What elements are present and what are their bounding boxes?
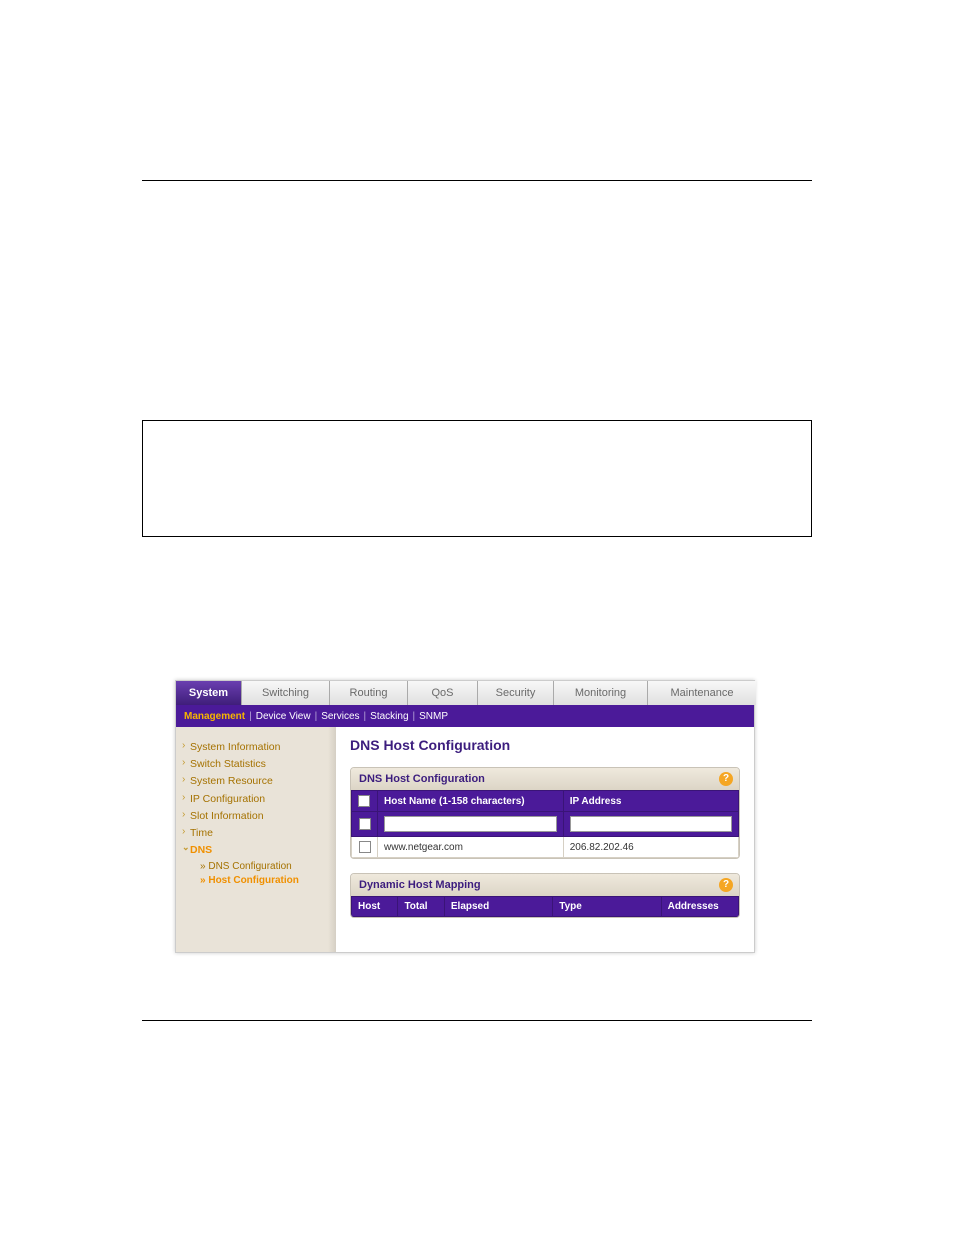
- tab-label: Maintenance: [671, 687, 734, 699]
- sidebar-item-slot-information[interactable]: Slot Information: [182, 808, 330, 825]
- col-type: Type: [553, 897, 661, 917]
- bullet-icon: »: [200, 861, 206, 872]
- col-host-name: Host Name (1-158 characters): [378, 791, 564, 812]
- sidebar-sub-dns-configuration[interactable]: » DNS Configuration: [182, 860, 330, 875]
- panel-title: DNS Host Configuration: [359, 773, 485, 785]
- host-name-cell: www.netgear.com: [378, 837, 564, 858]
- sidebar-item-time[interactable]: Time: [182, 825, 330, 842]
- tab-maintenance[interactable]: Maintenance: [648, 681, 756, 705]
- subnav-separator: |: [249, 711, 252, 722]
- subnav-separator: |: [413, 711, 416, 722]
- checkbox-icon: [359, 841, 371, 853]
- tab-label: Security: [496, 687, 536, 699]
- subnav-bar: Management | Device View | Services | St…: [176, 705, 754, 727]
- subnav-separator: |: [364, 711, 367, 722]
- subnav-device-view[interactable]: Device View: [256, 711, 311, 722]
- table-row: www.netgear.com 206.82.202.46: [352, 837, 739, 858]
- col-addresses: Addresses: [661, 897, 738, 917]
- dns-host-table: Host Name (1-158 characters) IP Address: [351, 790, 739, 858]
- ip-address-cell: 206.82.202.46: [563, 837, 738, 858]
- table-input-row: [352, 812, 739, 837]
- row-checkbox-cell[interactable]: [352, 812, 378, 837]
- ip-address-input-cell: [563, 812, 738, 837]
- sidebar-sub-host-configuration[interactable]: » Host Configuration: [182, 874, 330, 889]
- horizontal-rule-top: [142, 180, 812, 181]
- panel-header: DNS Host Configuration ?: [351, 768, 739, 790]
- screenshot-region: System Switching Routing QoS Security Mo…: [175, 680, 755, 953]
- content-box: [142, 420, 812, 537]
- table-header-row: Host Name (1-158 characters) IP Address: [352, 791, 739, 812]
- tab-label: QoS: [431, 687, 453, 699]
- tab-security[interactable]: Security: [478, 681, 554, 705]
- tab-switching[interactable]: Switching: [242, 681, 330, 705]
- col-elapsed: Elapsed: [444, 897, 552, 917]
- tab-qos[interactable]: QoS: [408, 681, 478, 705]
- ip-address-input[interactable]: [570, 816, 732, 832]
- row-checkbox-cell[interactable]: [352, 837, 378, 858]
- table-header-row: Host Total Elapsed Type Addresses: [352, 897, 739, 917]
- tab-system[interactable]: System: [176, 681, 242, 705]
- tab-routing[interactable]: Routing: [330, 681, 408, 705]
- top-tabs: System Switching Routing QoS Security Mo…: [176, 681, 754, 705]
- subnav-stacking[interactable]: Stacking: [370, 711, 408, 722]
- dynamic-host-table: Host Total Elapsed Type Addresses: [351, 896, 739, 917]
- panel-dns-host-config: DNS Host Configuration ? Host Name (1-15…: [350, 767, 740, 859]
- select-all-header[interactable]: [352, 791, 378, 812]
- sidebar-item-switch-statistics[interactable]: Switch Statistics: [182, 756, 330, 773]
- subnav-snmp[interactable]: SNMP: [419, 711, 448, 722]
- horizontal-rule-bottom: [142, 1020, 812, 1021]
- help-icon[interactable]: ?: [719, 772, 733, 786]
- body-row: System Information Switch Statistics Sys…: [176, 727, 754, 952]
- col-host: Host: [352, 897, 398, 917]
- col-ip-address: IP Address: [563, 791, 738, 812]
- tab-label: System: [189, 687, 228, 699]
- sidebar-item-dns[interactable]: DNS: [182, 842, 330, 859]
- panel-dynamic-host-mapping: Dynamic Host Mapping ? Host Total Elapse…: [350, 873, 740, 918]
- tab-monitoring[interactable]: Monitoring: [554, 681, 648, 705]
- help-icon[interactable]: ?: [719, 878, 733, 892]
- sidebar: System Information Switch Statistics Sys…: [176, 727, 336, 952]
- panel-header: Dynamic Host Mapping ?: [351, 874, 739, 896]
- sidebar-item-system-resource[interactable]: System Resource: [182, 773, 330, 790]
- tab-label: Monitoring: [575, 687, 626, 699]
- host-name-input-cell: [378, 812, 564, 837]
- col-total: Total: [398, 897, 444, 917]
- checkbox-icon: [359, 818, 371, 830]
- subnav-separator: |: [315, 711, 318, 722]
- sidebar-item-system-information[interactable]: System Information: [182, 739, 330, 756]
- tab-label: Routing: [350, 687, 388, 699]
- sidebar-sub-label: DNS Configuration: [208, 861, 291, 872]
- main-content: DNS Host Configuration DNS Host Configur…: [336, 727, 754, 952]
- panel-title: Dynamic Host Mapping: [359, 879, 481, 891]
- tab-label: Switching: [262, 687, 309, 699]
- host-name-input[interactable]: [384, 816, 557, 832]
- sidebar-item-ip-configuration[interactable]: IP Configuration: [182, 791, 330, 808]
- subnav-services[interactable]: Services: [321, 711, 359, 722]
- subnav-management[interactable]: Management: [184, 711, 245, 722]
- bullet-icon: »: [200, 875, 206, 886]
- sidebar-sub-label: Host Configuration: [208, 875, 299, 886]
- page-title: DNS Host Configuration: [350, 737, 740, 753]
- checkbox-icon: [358, 795, 370, 807]
